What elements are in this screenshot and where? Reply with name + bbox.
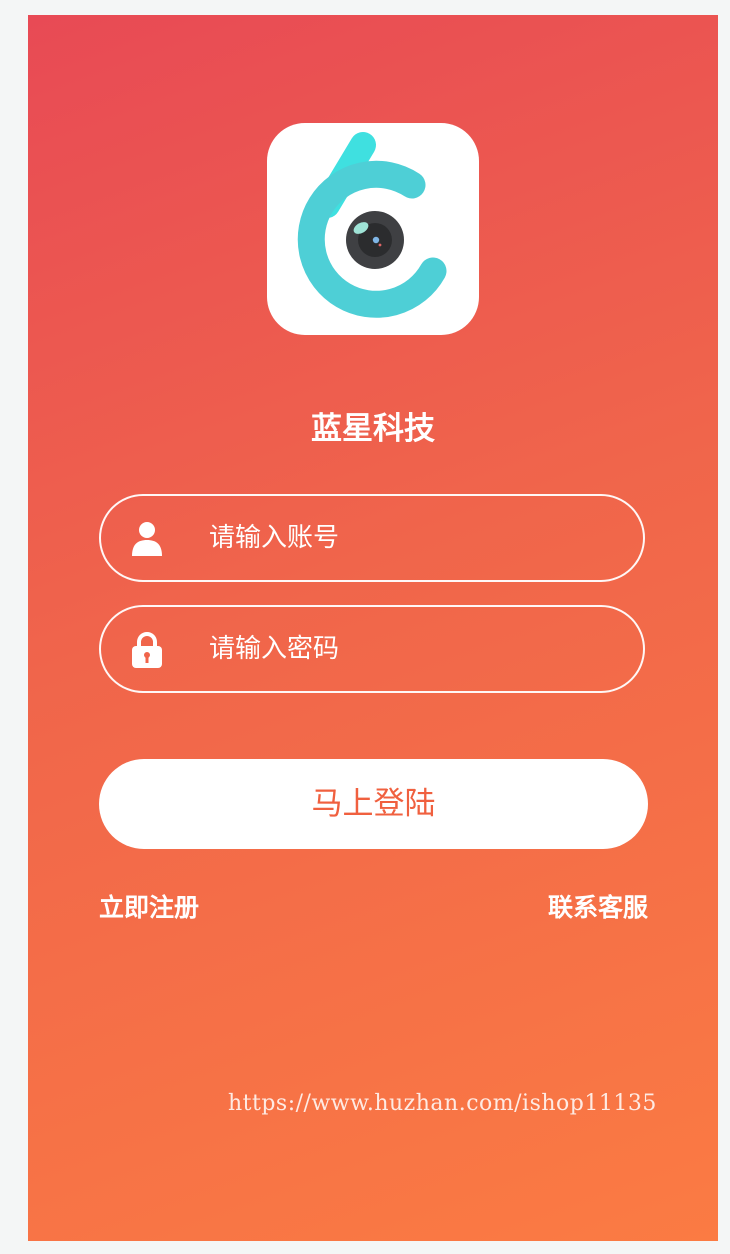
- user-icon: [132, 522, 162, 556]
- camera-c-logo-icon: [297, 132, 447, 318]
- support-link[interactable]: 联系客服: [548, 890, 648, 926]
- register-link[interactable]: 立即注册: [99, 890, 199, 926]
- login-screen: 蓝星科技 马上登陆 立即注册 联系客服 https://www.huzhan.c…: [28, 15, 718, 1241]
- username-input[interactable]: [209, 512, 619, 564]
- watermark-text: https://www.huzhan.com/ishop11135: [228, 1091, 657, 1116]
- password-field[interactable]: [99, 605, 645, 693]
- app-name: 蓝星科技: [311, 411, 435, 447]
- lock-icon: [132, 632, 162, 668]
- username-field[interactable]: [99, 494, 645, 582]
- app-logo: [267, 123, 479, 335]
- login-button[interactable]: 马上登陆: [99, 759, 648, 849]
- password-input[interactable]: [209, 623, 619, 675]
